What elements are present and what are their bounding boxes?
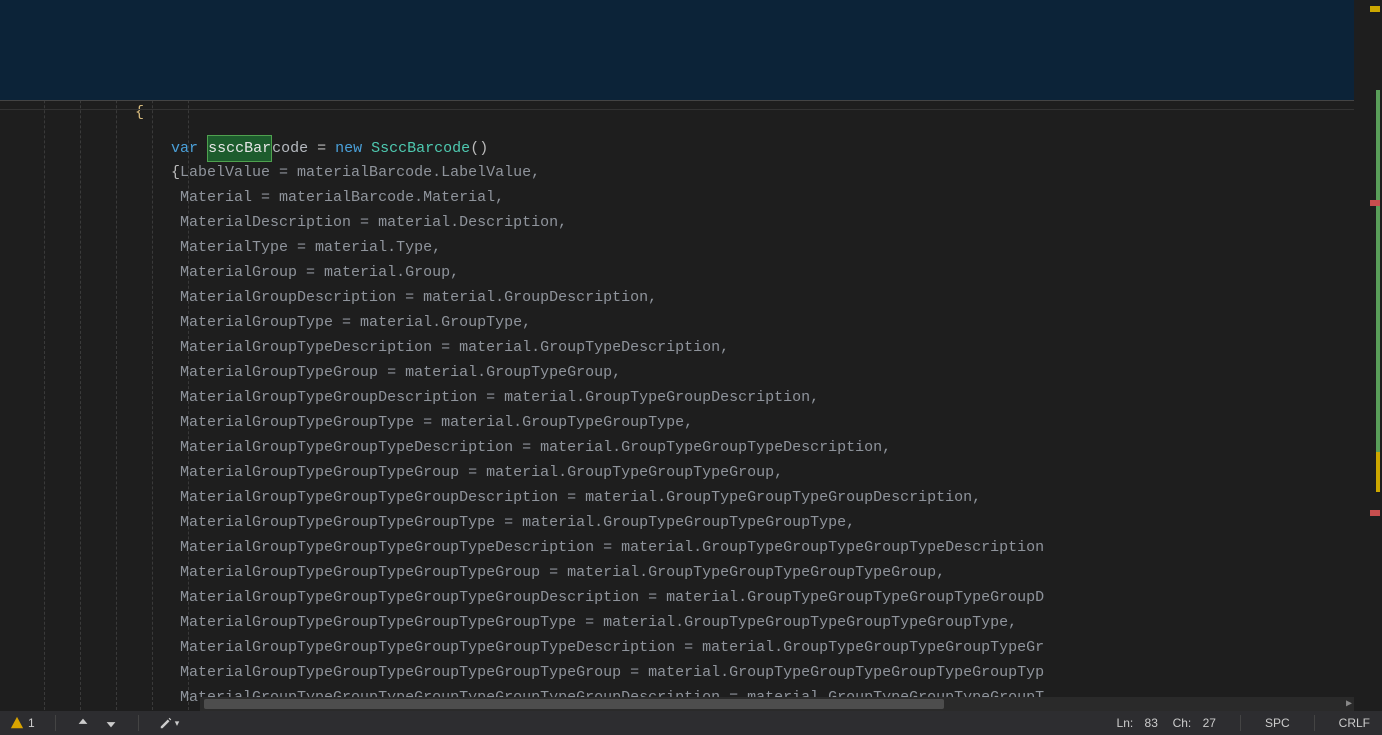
nav-up-button[interactable]	[76, 716, 90, 730]
code-line[interactable]: MaterialGroupTypeGroupTypeGroupTypeDescr…	[0, 535, 1354, 560]
code-line[interactable]: MaterialGroupDescription = material.Grou…	[0, 285, 1354, 310]
code-line[interactable]: MaterialGroupTypeGroupTypeGroupTypeGroup…	[0, 610, 1354, 635]
code-line[interactable]: MaterialGroupTypeGroupTypeGroupType = ma…	[0, 510, 1354, 535]
line-endings[interactable]: CRLF	[1339, 716, 1370, 730]
code-line[interactable]: MaterialGroup = material.Group,	[0, 260, 1354, 285]
nav-down-button[interactable]	[104, 716, 118, 730]
sticky-line-1[interactable]: public partial class MaterialAndSsccScan…	[0, 0, 1354, 25]
ruler-error-marker-2[interactable]	[1370, 510, 1380, 516]
sticky-separator	[0, 100, 1354, 101]
code-line-var[interactable]: var ssccBarcode = new SsccBarcode()	[0, 110, 1354, 135]
ruler-warning-marker[interactable]	[1370, 6, 1380, 12]
status-bar: 1 ▾ Ln: 83 Ch: 27 SPC CRLF	[0, 711, 1382, 735]
indent-mode[interactable]: SPC	[1265, 716, 1290, 730]
divider	[55, 715, 56, 731]
ruler-modified-marker	[1376, 452, 1380, 492]
warnings-button[interactable]: 1	[10, 716, 35, 730]
brush-icon	[159, 716, 173, 730]
column-number: 27	[1203, 716, 1216, 730]
sticky-line-3[interactable]: if (locationScan?.PointDefinition.GetBar…	[0, 50, 1354, 75]
horizontal-scrollbar[interactable]: ▶	[200, 697, 1354, 711]
scroll-right-arrow-icon[interactable]: ▶	[1346, 698, 1352, 710]
code-line[interactable]: MaterialGroupTypeGroupType = material.Gr…	[0, 410, 1354, 435]
code-line[interactable]: MaterialDescription = material.Descripti…	[0, 210, 1354, 235]
code-line[interactable]: MaterialGroupType = material.GroupType,	[0, 310, 1354, 335]
code-viewport[interactable]: public partial class MaterialAndSsccScan…	[0, 0, 1354, 710]
overview-ruler[interactable]	[1368, 0, 1382, 710]
code-line[interactable]: MaterialGroupTypeGroupTypeDescription = …	[0, 435, 1354, 460]
sticky-line-4[interactable]: {	[0, 75, 1354, 100]
divider	[1240, 715, 1241, 731]
arrow-up-icon	[76, 716, 90, 730]
code-line[interactable]: LabelValue = materialBarcode.LabelValue,	[0, 160, 1354, 185]
code-line[interactable]: MaterialGroupTypeGroupTypeGroupTypeGroup…	[0, 585, 1354, 610]
code-line[interactable]: MaterialGroupTypeGroupTypeGroupDescripti…	[0, 485, 1354, 510]
warnings-count: 1	[28, 716, 35, 730]
code-editor: public partial class MaterialAndSsccScan…	[0, 0, 1382, 735]
code-line[interactable]: MaterialGroupTypeGroupTypeGroupTypeGroup…	[0, 560, 1354, 585]
code-line[interactable]: MaterialType = material.Type,	[0, 235, 1354, 260]
hscroll-thumb[interactable]	[204, 699, 944, 709]
line-number: 83	[1145, 716, 1158, 730]
cursor-position[interactable]: Ln: 83 Ch: 27	[1117, 716, 1216, 730]
code-line-brace[interactable]: {	[0, 135, 1354, 160]
code-line[interactable]: Material = materialBarcode.Material,	[0, 185, 1354, 210]
code-line[interactable]: MaterialGroupTypeGroup = material.GroupT…	[0, 360, 1354, 385]
code-line[interactable]: MaterialGroupTypeGroupTypeGroup = materi…	[0, 460, 1354, 485]
initializer-block: LabelValue = materialBarcode.LabelValue,…	[0, 160, 1354, 710]
sticky-line-2[interactable]: private void HandleMaterialBarcode(Mater…	[0, 25, 1354, 50]
code-line[interactable]: MaterialGroupTypeDescription = material.…	[0, 335, 1354, 360]
code-line[interactable]: MaterialGroupTypeGroupTypeGroupTypeGroup…	[0, 635, 1354, 660]
code-line[interactable]: MaterialGroupTypeGroupTypeGroupTypeGroup…	[0, 660, 1354, 685]
divider	[138, 715, 139, 731]
chevron-down-icon: ▾	[175, 718, 180, 729]
brush-button[interactable]: ▾	[159, 716, 180, 730]
arrow-down-icon	[104, 716, 118, 730]
code-line[interactable]: MaterialGroupTypeGroupDescription = mate…	[0, 385, 1354, 410]
ruler-error-marker[interactable]	[1370, 200, 1380, 206]
ruler-change-marker	[1376, 90, 1380, 470]
warning-icon	[10, 716, 24, 730]
divider	[1314, 715, 1315, 731]
